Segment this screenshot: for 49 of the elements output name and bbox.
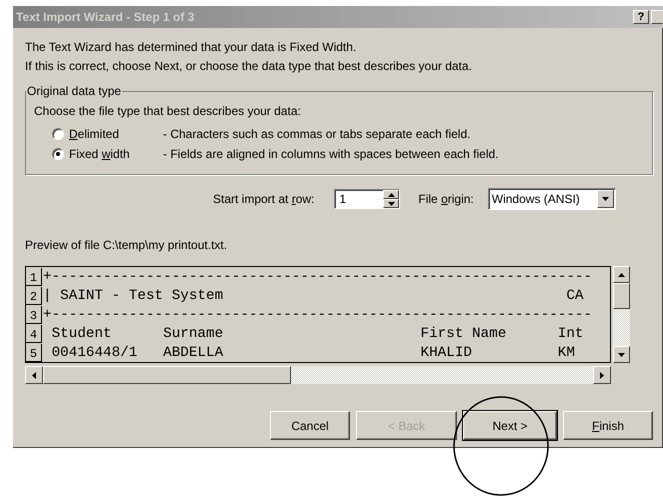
scrollbar-thumb[interactable] — [613, 283, 630, 309]
finish-button[interactable]: Finish — [563, 411, 653, 440]
window-title: Text Import Wizard - Step 1 of 3 — [16, 10, 196, 24]
arrow-down-icon — [388, 202, 395, 206]
preview-label: Preview of file C:\temp\my printout.txt. — [25, 238, 228, 252]
spinner-value: 1 — [339, 192, 348, 206]
option-description: - Characters such as commas or tabs separate each field. — [163, 127, 470, 141]
origin-dropdown[interactable]: Windows (ANSI) — [488, 188, 616, 210]
line-number: 3 — [26, 306, 42, 324]
line-number: 2 — [26, 286, 42, 304]
preview-line: 00416448/1 ABDELLA KHALID KM — [50, 344, 575, 360]
scroll-up-button[interactable] — [613, 266, 630, 283]
option-description: - Fields are aligned in columns with spaces between each field. — [163, 147, 499, 161]
arrow-down-icon — [618, 352, 625, 356]
spin-up-button[interactable] — [383, 190, 400, 199]
radio-label[interactable]: Fixed width — [69, 147, 163, 161]
close-button[interactable] — [651, 10, 663, 24]
group-title: Original data type — [26, 84, 122, 98]
line-number: 5 — [26, 344, 42, 362]
scroll-left-button[interactable] — [25, 366, 43, 384]
preview-line: Student Surname First Name Int — [50, 326, 584, 342]
help-button[interactable]: ? — [633, 10, 649, 24]
dropdown-value: Windows (ANSI) — [492, 192, 581, 206]
preview-line: +--------------------------------------------------------------- — [42, 268, 592, 284]
arrow-right-icon — [600, 372, 604, 378]
line-number: 1 — [26, 268, 42, 286]
spin-down-button[interactable] — [383, 199, 400, 208]
field-label: File origin: — [418, 192, 474, 206]
intro-text: If this is correct, choose Next, or choose the data type that best describes your data. — [25, 58, 473, 75]
prompt-text: Choose the file type that best describes your data: — [34, 104, 302, 118]
radio-button[interactable] — [52, 128, 64, 140]
arrow-up-icon — [388, 192, 395, 196]
preview-line: +--------------------------------------------------------------- — [42, 306, 592, 322]
scrollbar-thumb[interactable] — [43, 366, 291, 384]
arrow-down-icon — [602, 197, 609, 201]
next-button[interactable]: Next > — [463, 411, 557, 440]
scroll-down-button[interactable] — [613, 346, 630, 363]
line-number: 4 — [26, 324, 42, 342]
radio-button[interactable] — [52, 148, 64, 160]
row-spinner[interactable]: 1 — [334, 189, 400, 209]
dropdown-button[interactable] — [596, 190, 614, 208]
radio-label[interactable]: Delimited — [69, 127, 163, 141]
arrow-up-icon — [618, 272, 625, 276]
field-label: Start import at row: — [213, 192, 314, 206]
intro-text: The Text Wizard has determined that your data is Fixed Width. — [25, 39, 358, 56]
cancel-button[interactable]: Cancel — [270, 411, 350, 440]
preview-line: | SAINT - Test System CA — [42, 288, 584, 304]
arrow-left-icon — [32, 372, 36, 378]
scroll-right-button[interactable] — [593, 366, 611, 384]
